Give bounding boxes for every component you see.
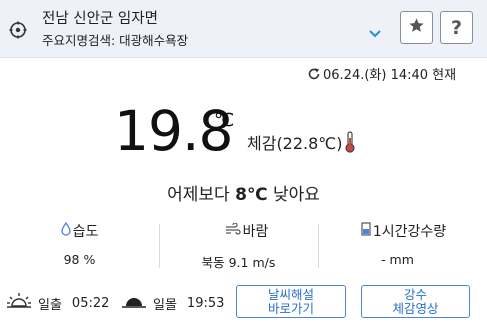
rain-gauge-icon: [361, 222, 373, 240]
sunset-time: 19:53: [186, 295, 225, 311]
feels-like-text: 체감(22.8℃): [247, 134, 343, 153]
forecast-commentary-button[interactable]: 날씨해설 바로가기: [236, 285, 346, 318]
location-text[interactable]: 전남 신안군 임자면 주요지명검색: 대광해수욕장: [42, 9, 188, 50]
location-subtitle: 주요지명검색: 대광해수욕장: [42, 33, 189, 48]
forecast-button-line2: 바로가기: [267, 300, 314, 316]
sunset-label: 일몰: [153, 297, 177, 313]
rain-value: - mm: [381, 252, 414, 267]
sunrise: 일출 05:22: [6, 292, 109, 314]
yesterday-comparison: 어제보다 8℃ 낮아요: [0, 180, 487, 205]
sunrise-label: 일출: [38, 297, 62, 313]
sunrise-icon: [6, 292, 38, 314]
humidity-stat: 습도 98 %: [0, 218, 159, 274]
timestamp-text: 06.24.(화) 14:40 현재: [323, 68, 457, 83]
radar-button-line2: 체감영상: [392, 300, 439, 316]
feels-like: 체감(22.8℃): [247, 130, 356, 154]
comparison-suffix: 낮아요: [272, 185, 320, 205]
rain-stat: 1시간강수량 - mm: [318, 218, 477, 274]
wind-value: 북동 9.1 m/s: [201, 255, 276, 270]
sunset-icon: [121, 292, 153, 314]
wind-icon: [225, 222, 243, 239]
location-title: 전남 신안군 임자면: [42, 11, 158, 27]
wind-label: 바람: [242, 224, 269, 240]
forecast-button-line1: 날씨해설: [267, 286, 314, 302]
favorite-button[interactable]: [400, 11, 433, 44]
current-temperature: 19.8: [114, 99, 233, 163]
precip-feel-video-button[interactable]: 강수 체감영상: [361, 285, 470, 318]
humidity-value: 98 %: [63, 252, 96, 267]
comparison-prefix: 어제보다: [167, 185, 230, 205]
rain-label: 1시간강수량: [372, 224, 447, 240]
comparison-value: 8℃: [235, 185, 268, 205]
sunset: 일몰 19:53: [121, 292, 224, 314]
radar-button-line1: 강수: [403, 286, 427, 302]
humidity-label: 습도: [72, 224, 99, 240]
sunrise-time: 05:22: [71, 295, 110, 311]
temperature-unit: ℃: [214, 110, 235, 131]
chevron-down-icon[interactable]: [368, 24, 382, 38]
wind-stat: 바람 북동 9.1 m/s: [159, 218, 318, 274]
help-button[interactable]: ?: [440, 11, 473, 44]
location-bar[interactable]: 전남 신안군 임자면 주요지명검색: 대광해수욕장 ?: [0, 0, 487, 58]
weather-stats: 습도 98 % 바람 북동 9.1 m/s 1시간강수량 - mm: [0, 218, 487, 274]
crosshair-icon[interactable]: [9, 21, 27, 39]
thermometer-icon: [344, 131, 356, 153]
sun-and-links: 일출 05:22 일몰 19:53 날씨해설 바로가기 강수 체감영상: [0, 284, 487, 322]
drop-icon: [60, 221, 73, 240]
refresh-icon[interactable]: [307, 67, 321, 81]
timestamp: 06.24.(화) 14:40 현재: [307, 64, 456, 83]
star-icon: [408, 17, 425, 38]
